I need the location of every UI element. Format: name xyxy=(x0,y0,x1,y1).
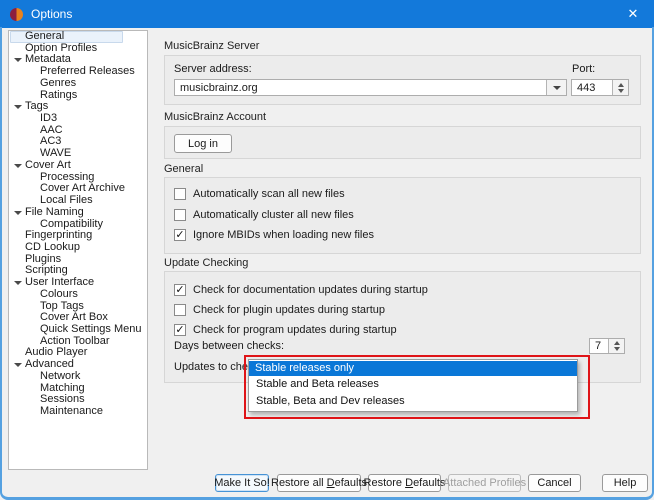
sidebar-item-id3[interactable]: ID3 xyxy=(9,113,147,125)
titlebar: Options ✕ xyxy=(0,0,654,28)
update-checking-section-title: Update Checking xyxy=(164,257,248,269)
checkbox-automatically-cluster-all-new-files[interactable]: Automatically cluster all new files xyxy=(174,208,354,222)
sidebar-item-label: Network xyxy=(9,371,80,383)
general-section-title: General xyxy=(164,163,203,175)
checkbox-label: Check for plugin updates during startup xyxy=(193,304,385,316)
server-section-title: MusicBrainz Server xyxy=(164,40,259,52)
checkbox-label: Ignore MBIDs when loading new files xyxy=(193,229,374,241)
restore-defaults-button[interactable]: Restore Defaults xyxy=(368,474,441,492)
sidebar-item-aac[interactable]: AAC xyxy=(9,125,147,137)
dropdown-option-stable-releases-only[interactable]: Stable releases only xyxy=(249,361,577,376)
sidebar-tree[interactable]: GeneralOption ProfilesMetadataPreferred … xyxy=(8,30,148,470)
sidebar-item-label: CD Lookup xyxy=(9,242,80,254)
checkbox-unchecked-icon[interactable] xyxy=(174,209,186,221)
check-mark-icon: ✓ xyxy=(175,285,184,295)
account-section-title: MusicBrainz Account xyxy=(164,111,266,123)
sidebar-item-genres[interactable]: Genres xyxy=(9,78,147,90)
checkbox-ignore-mbids-when-loading-new-files[interactable]: ✓ Ignore MBIDs when loading new files xyxy=(174,228,374,242)
sidebar-item-cd-lookup[interactable]: CD Lookup xyxy=(9,242,147,254)
sidebar-item-colours[interactable]: Colours xyxy=(9,289,147,301)
log-in-button[interactable]: Log in xyxy=(174,134,232,153)
checkbox-label: Check for documentation updates during s… xyxy=(193,284,428,296)
help-button[interactable]: Help xyxy=(602,474,648,492)
check-mark-icon: ✓ xyxy=(175,230,184,240)
dropdown-option-stable-beta-and-dev-releases[interactable]: Stable, Beta and Dev releases xyxy=(249,393,577,410)
window-title: Options xyxy=(31,7,72,21)
check-mark-icon: ✓ xyxy=(175,325,184,335)
checkbox-check-for-documentation-updates-during-startup[interactable]: ✓ Check for documentation updates during … xyxy=(174,283,428,297)
sidebar-item-user-interface[interactable]: User Interface xyxy=(9,277,147,289)
log-in-label: Log in xyxy=(188,138,218,150)
spin-buttons[interactable] xyxy=(608,339,624,353)
spin-up-icon xyxy=(618,83,624,87)
chevron-down-icon xyxy=(553,86,561,90)
attached-profiles-button: Attached Profiles xyxy=(448,474,521,492)
sidebar-item-label: Genres xyxy=(9,78,76,90)
sidebar-item-label: General xyxy=(9,31,64,43)
sidebar-item-preferred-releases[interactable]: Preferred Releases xyxy=(9,66,147,78)
days-between-checks-spinbox[interactable]: 7 xyxy=(589,338,625,354)
sidebar-item-ac3[interactable]: AC3 xyxy=(9,136,147,148)
make-it-so-label: Make It So! xyxy=(214,477,270,489)
sidebar-item-quick-settings-menu[interactable]: Quick Settings Menu xyxy=(9,324,147,336)
port-spinbox[interactable]: 443 xyxy=(571,79,629,96)
checkbox-label: Automatically scan all new files xyxy=(193,188,345,200)
sidebar-item-label: Colours xyxy=(9,289,78,301)
sidebar-item-cover-art[interactable]: Cover Art xyxy=(9,160,147,172)
picard-app-icon xyxy=(10,8,23,21)
checkbox-unchecked-icon[interactable] xyxy=(174,304,186,316)
sidebar-item-label: Quick Settings Menu xyxy=(9,324,142,336)
sidebar-item-file-naming[interactable]: File Naming xyxy=(9,207,147,219)
server-address-label: Server address: xyxy=(174,63,252,75)
checkbox-checked-icon[interactable]: ✓ xyxy=(174,324,186,336)
sidebar-item-label: Maintenance xyxy=(9,406,103,418)
port-label: Port: xyxy=(572,63,595,75)
checkbox-label: Check for program updates during startup xyxy=(193,324,397,336)
spin-up-icon xyxy=(614,341,620,345)
general-groupbox: Automatically scan all new files Automati… xyxy=(164,177,641,254)
checkbox-check-for-program-updates-during-startup[interactable]: ✓ Check for program updates during startu… xyxy=(174,323,397,337)
options-dialog: Options ✕ GeneralOption ProfilesMetadata… xyxy=(0,0,654,500)
sidebar-item-tags[interactable]: Tags xyxy=(9,101,147,113)
dropdown-option-stable-and-beta-releases[interactable]: Stable and Beta releases xyxy=(249,376,577,393)
server-address-combobox[interactable]: musicbrainz.org xyxy=(174,79,567,96)
sidebar-item-general[interactable]: General xyxy=(9,31,147,43)
port-value: 443 xyxy=(572,82,612,94)
spin-down-icon xyxy=(618,89,624,93)
restore-all-defaults-button[interactable]: Restore all Defaults xyxy=(277,474,361,492)
checkbox-label: Automatically cluster all new files xyxy=(193,209,354,221)
checkbox-checked-icon[interactable]: ✓ xyxy=(174,284,186,296)
days-between-checks-label: Days between checks: xyxy=(174,340,284,352)
checkbox-automatically-scan-all-new-files[interactable]: Automatically scan all new files xyxy=(174,187,345,201)
server-groupbox: Server address: musicbrainz.org Port: 44… xyxy=(164,55,641,105)
sidebar-item-maintenance[interactable]: Maintenance xyxy=(9,406,147,418)
days-value: 7 xyxy=(590,340,608,352)
sidebar-item-label: File Naming xyxy=(9,207,84,219)
sidebar-item-label: ID3 xyxy=(9,113,57,125)
checkbox-checked-icon[interactable]: ✓ xyxy=(174,229,186,241)
checkbox-check-for-plugin-updates-during-startup[interactable]: Check for plugin updates during startup xyxy=(174,303,385,317)
server-address-value: musicbrainz.org xyxy=(175,82,546,94)
spin-buttons[interactable] xyxy=(612,80,628,95)
sidebar-item-network[interactable]: Network xyxy=(9,371,147,383)
cancel-button[interactable]: Cancel xyxy=(528,474,581,492)
spin-down-icon xyxy=(614,347,620,351)
checkbox-unchecked-icon[interactable] xyxy=(174,188,186,200)
account-groupbox: Log in xyxy=(164,126,641,159)
make-it-so-button[interactable]: Make It So! xyxy=(215,474,269,492)
sidebar-item-label: Cover Art xyxy=(9,160,71,172)
combo-dropdown-button[interactable] xyxy=(546,80,566,95)
updates-to-check-dropdown-list[interactable]: Stable releases onlyStable and Beta rele… xyxy=(248,359,578,412)
close-icon[interactable]: ✕ xyxy=(612,0,654,28)
